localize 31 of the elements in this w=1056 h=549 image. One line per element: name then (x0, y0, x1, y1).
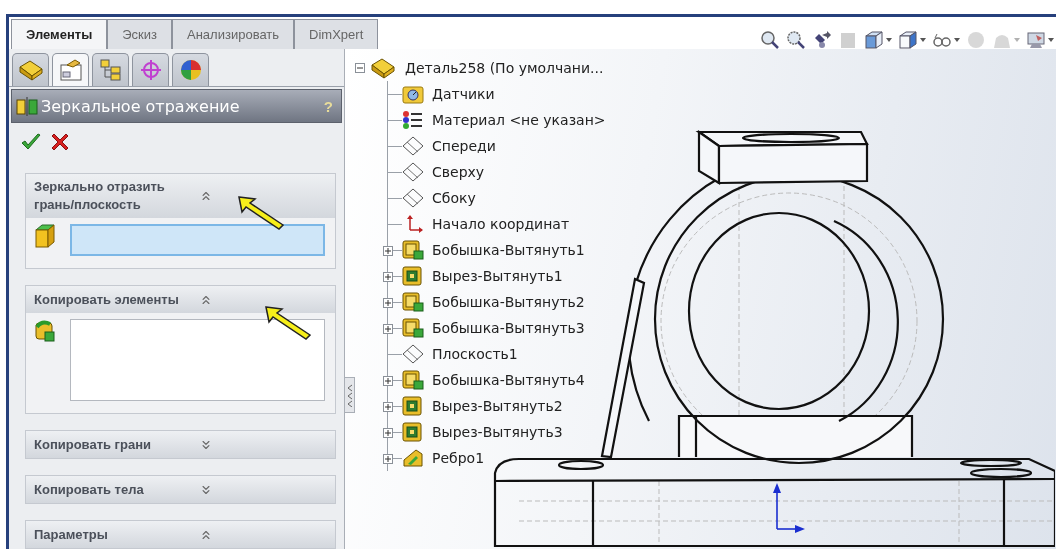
tree-item[interactable]: Плоскость1 (430, 346, 520, 362)
ribbon-tab[interactable]: Эскиз (107, 19, 172, 49)
group-title: Параметры (34, 525, 109, 544)
ribbon-tab[interactable]: Элементы (11, 19, 108, 49)
group-header[interactable]: Зеркально отразить грань/плоскость (26, 174, 335, 218)
tree-item[interactable]: Вырез-Вытянуть2 (430, 398, 565, 414)
tree-item[interactable]: Бобышка-Вытянуть1 (430, 242, 587, 258)
tree-item[interactable]: Начало координат (430, 216, 572, 232)
ribbon-tab[interactable]: DimXpert (294, 19, 379, 49)
tree-item[interactable]: Спереди (430, 138, 498, 154)
tree-item[interactable]: Ребро1 (430, 450, 487, 466)
group-title: Копировать элементы (34, 290, 180, 309)
tree-item[interactable]: Сбоку (430, 190, 478, 206)
tree-item[interactable]: Материал <не указан> (430, 112, 608, 128)
tree-item[interactable]: Бобышка-Вытянуть2 (430, 294, 587, 310)
panel-title: Зеркальное отражение (41, 96, 241, 116)
tree-item[interactable]: Деталь258 (По умолчани... (403, 60, 606, 76)
group-header[interactable]: Копировать тела (26, 476, 335, 503)
group-title: Копировать тела (34, 480, 145, 499)
tree-item[interactable]: Датчики (430, 86, 497, 102)
tree-item[interactable]: Сверху (430, 164, 487, 180)
group-header[interactable]: Параметры (26, 521, 335, 548)
tree-item[interactable]: Вырез-Вытянуть3 (430, 424, 565, 440)
group-header[interactable]: Копировать элементы (26, 286, 335, 313)
group-header[interactable]: Копировать грани (26, 431, 335, 458)
tree-item[interactable]: Бобышка-Вытянуть3 (430, 320, 587, 336)
group-title: Копировать грани (34, 435, 153, 454)
group-title: Зеркально отразить грань/плоскость (34, 178, 166, 214)
tree-item[interactable]: Бобышка-Вытянуть4 (430, 372, 587, 388)
tree-item[interactable]: Вырез-Вытянуть1 (430, 268, 565, 284)
ribbon-tab[interactable]: Анализировать (172, 19, 295, 49)
